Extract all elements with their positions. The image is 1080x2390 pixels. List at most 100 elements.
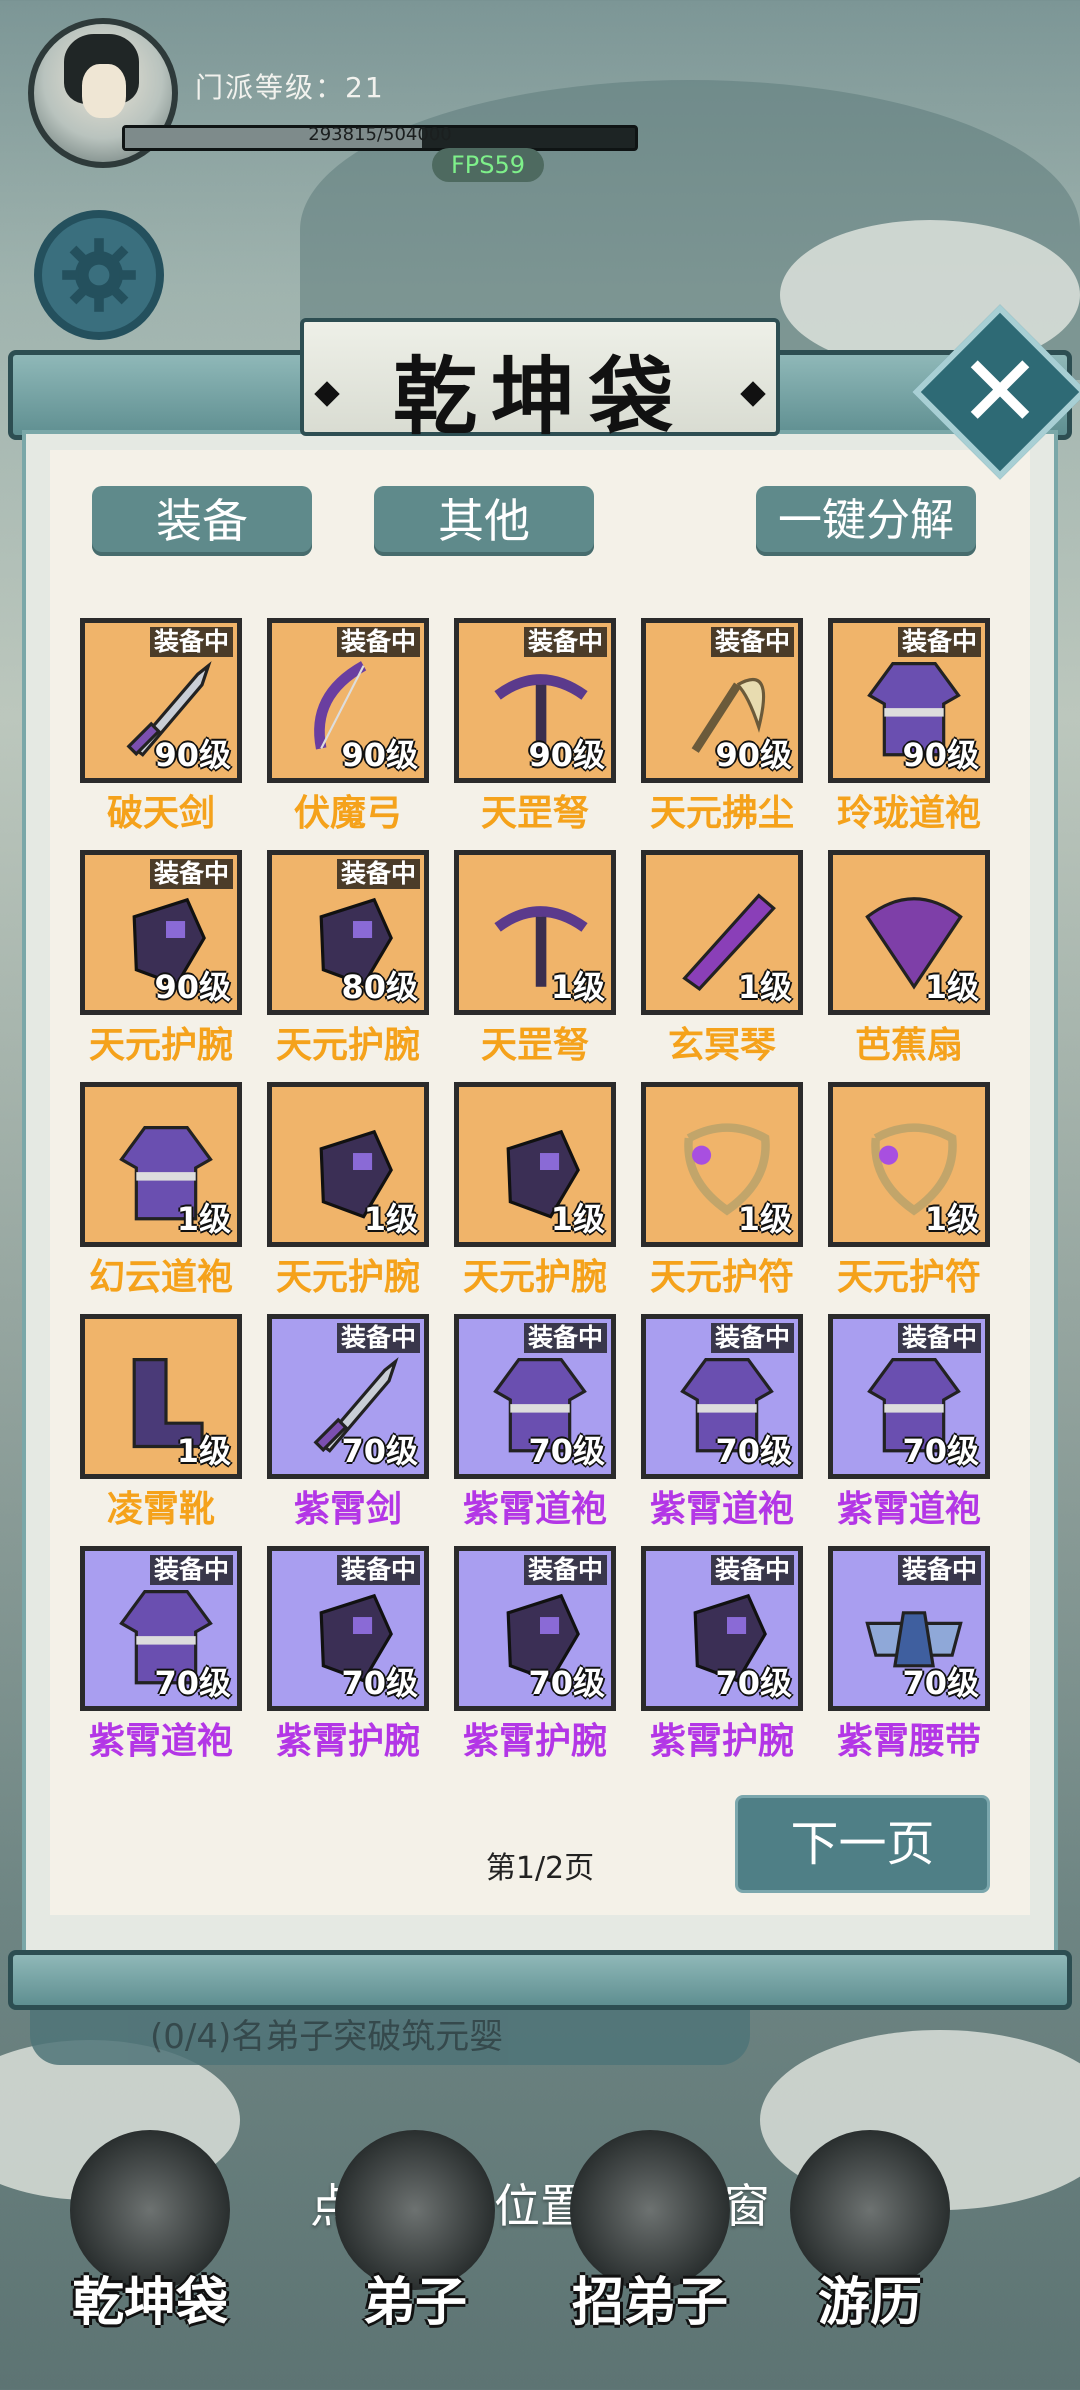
item-name: 天元拂尘: [649, 793, 794, 834]
inventory-item-slot[interactable]: 1级天元护符: [641, 1082, 803, 1298]
inventory-item-slot[interactable]: 装备中 70级 紫霄护腕: [267, 1546, 429, 1762]
inventory-item-slot[interactable]: 1级天元护腕: [267, 1082, 429, 1298]
item-level: 1级: [550, 1200, 605, 1238]
item-level: 1级: [176, 1200, 231, 1238]
item-name: 玄冥琴: [667, 1025, 776, 1066]
item-frame: 装备中 90级: [454, 618, 616, 783]
inventory-item-slot[interactable]: 装备中 70级紫霄道袍: [828, 1314, 990, 1530]
settings-button[interactable]: [34, 210, 164, 340]
inventory-item-slot[interactable]: 装备中 70级 紫霄腰带: [828, 1546, 990, 1762]
inventory-item-slot[interactable]: 装备中 90级天罡弩: [454, 618, 616, 834]
sect-level-label: 门派等级：21: [195, 71, 385, 104]
item-frame: 1级: [267, 1082, 429, 1247]
inventory-item-slot[interactable]: 1级 凌霄靴: [80, 1314, 242, 1530]
gear-icon: [62, 238, 136, 312]
item-name: 天元护腕: [275, 1025, 420, 1066]
inventory-item-slot[interactable]: 1级天元护符: [828, 1082, 990, 1298]
equipped-badge: 装备中: [149, 627, 233, 657]
item-frame: 1级: [641, 1082, 803, 1247]
inventory-item-slot[interactable]: 装备中 70级 紫霄护腕: [641, 1546, 803, 1762]
inventory-item-slot[interactable]: 1级天元护腕: [454, 1082, 616, 1298]
equipped-badge: 装备中: [710, 627, 794, 657]
item-name: 紫霄道袍: [836, 1489, 981, 1530]
item-frame: 1级: [641, 850, 803, 1015]
item-frame: 装备中 70级: [454, 1546, 616, 1711]
equipped-badge: 装备中: [336, 859, 420, 889]
item-frame: 装备中 80级: [267, 850, 429, 1015]
inventory-item-slot[interactable]: 装备中 70级紫霄护腕: [454, 1546, 616, 1762]
item-frame: 1级: [80, 1314, 242, 1479]
item-level: 70级: [154, 1664, 231, 1702]
item-name: 紫霄护腕: [462, 1721, 607, 1762]
inventory-item-slot[interactable]: 1级天罡弩: [454, 850, 616, 1066]
item-level: 70级: [528, 1664, 605, 1702]
inventory-item-slot[interactable]: 装备中 90级 天元拂尘: [641, 618, 803, 834]
item-name: 天元护符: [649, 1257, 794, 1298]
item-level: 1级: [176, 1432, 231, 1470]
quest-banner: (0/4)名弟子突破筑元婴: [30, 2010, 750, 2065]
item-frame: 装备中 70级: [828, 1314, 990, 1479]
item-frame: 装备中 70级: [80, 1546, 242, 1711]
inventory-item-slot[interactable]: 1级芭蕉扇: [828, 850, 990, 1066]
item-name: 玲珑道袍: [836, 793, 981, 834]
equipped-badge: 装备中: [149, 1555, 233, 1585]
nav-recruit[interactable]: 招弟子: [560, 2130, 740, 2370]
panel-scroll-bottom: [8, 1950, 1072, 2010]
equipped-badge: 装备中: [523, 1555, 607, 1585]
item-frame: 1级: [828, 1082, 990, 1247]
equipped-badge: 装备中: [336, 1555, 420, 1585]
item-name: 天罡弩: [480, 1025, 589, 1066]
item-level: 70级: [715, 1432, 792, 1470]
tab-other[interactable]: 其他: [374, 486, 594, 556]
item-frame: 装备中 90级: [80, 618, 242, 783]
one-click-dismantle-button[interactable]: 一键分解: [756, 486, 976, 556]
equipped-badge: 装备中: [897, 1555, 981, 1585]
item-frame: 1级: [454, 1082, 616, 1247]
item-name: 紫霄剑: [293, 1489, 402, 1530]
equipped-badge: 装备中: [897, 1323, 981, 1353]
equipped-badge: 装备中: [897, 627, 981, 657]
tab-equipment[interactable]: 装备: [92, 486, 312, 556]
inventory-item-slot[interactable]: 装备中 70级紫霄剑: [267, 1314, 429, 1530]
item-frame: 装备中 70级: [828, 1546, 990, 1711]
inventory-item-slot[interactable]: 1级幻云道袍: [80, 1082, 242, 1298]
item-frame: 装备中 70级: [267, 1314, 429, 1479]
inventory-item-slot[interactable]: 装备中 90级 玲珑道袍: [828, 618, 990, 834]
nav-disciples[interactable]: 弟子: [325, 2130, 505, 2370]
equipped-badge: 装备中: [149, 859, 233, 889]
item-name: 天元护腕: [88, 1025, 233, 1066]
item-frame: 装备中 70级: [267, 1546, 429, 1711]
inventory-item-slot[interactable]: 装备中 70级 紫霄道袍: [641, 1314, 803, 1530]
item-level: 1级: [363, 1200, 418, 1238]
item-name: 天元护腕: [462, 1257, 607, 1298]
item-frame: 1级: [828, 850, 990, 1015]
inventory-item-slot[interactable]: 装备中 90级天元护腕: [80, 850, 242, 1066]
next-page-button[interactable]: 下一页: [735, 1795, 990, 1893]
inventory-item-slot[interactable]: 装备中 90级 伏魔弓: [267, 618, 429, 834]
panel-title: 乾坤袋: [392, 347, 687, 446]
inventory-item-slot[interactable]: 装备中 80级天元护腕: [267, 850, 429, 1066]
item-level: 90级: [154, 968, 231, 1006]
inventory-item-slot[interactable]: 装备中 70级 紫霄道袍: [80, 1546, 242, 1762]
nav-label: 乾坤袋: [71, 2272, 228, 2333]
item-level: 1级: [924, 968, 979, 1006]
inventory-item-slot[interactable]: 装备中 90级破天剑: [80, 618, 242, 834]
item-name: 破天剑: [106, 793, 215, 834]
nav-inventory[interactable]: 乾坤袋: [60, 2130, 240, 2370]
item-name: 伏魔弓: [293, 793, 402, 834]
item-level: 90级: [341, 736, 418, 774]
equipped-badge: 装备中: [523, 627, 607, 657]
item-name: 芭蕉扇: [854, 1025, 963, 1066]
item-level: 80级: [341, 968, 418, 1006]
item-name: 天元护腕: [275, 1257, 420, 1298]
item-name: 幻云道袍: [88, 1257, 233, 1298]
close-icon[interactable]: ✕: [938, 330, 1062, 454]
nav-travel[interactable]: 游历: [780, 2130, 960, 2370]
item-name: 天元护符: [836, 1257, 981, 1298]
inventory-item-slot[interactable]: 装备中 70级 紫霄道袍: [454, 1314, 616, 1530]
item-name: 天罡弩: [480, 793, 589, 834]
inventory-item-slot[interactable]: 1级玄冥琴: [641, 850, 803, 1066]
item-level: 1级: [550, 968, 605, 1006]
item-level: 70级: [715, 1664, 792, 1702]
item-name: 紫霄道袍: [462, 1489, 607, 1530]
